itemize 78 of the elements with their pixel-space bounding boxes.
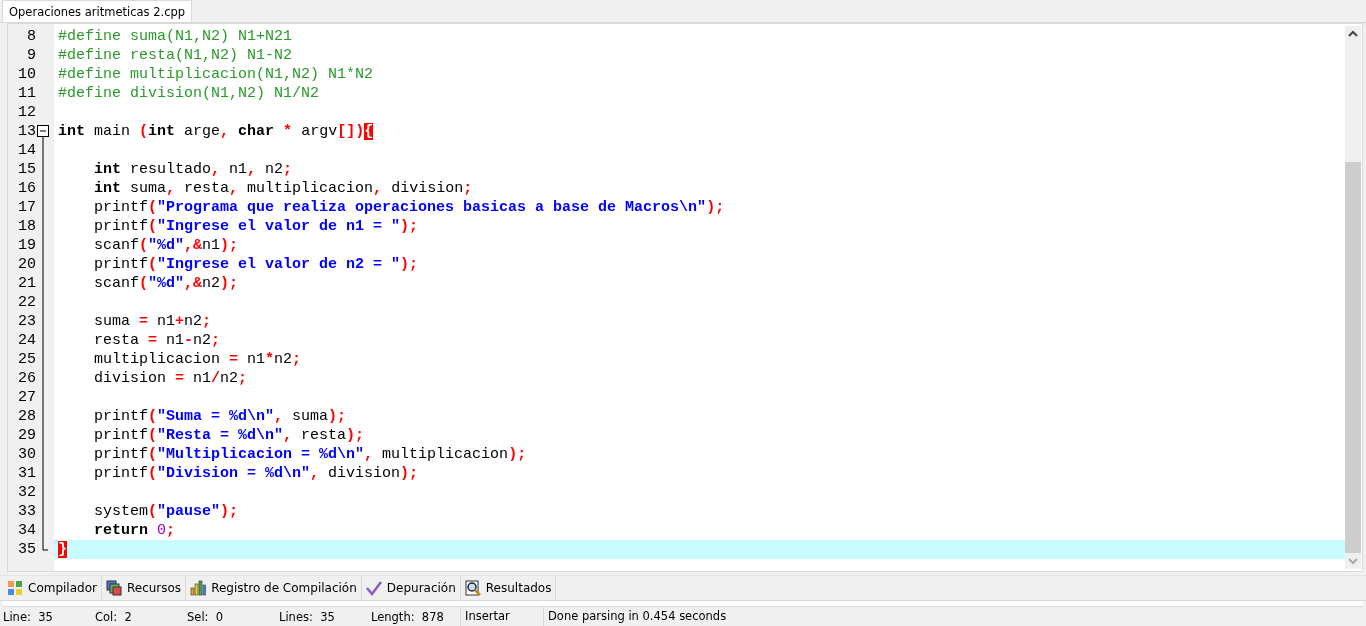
code-line: suma = n1+n2; [93, 312, 213, 331]
status-field: Lines: 35 [276, 609, 368, 624]
code-line: printf("Ingrese el valor de n1 = "); [93, 217, 420, 236]
fold-end-line [42, 540, 48, 551]
code-line: printf("Ingrese el valor de n2 = "); [93, 255, 420, 274]
code-editor[interactable] [7, 23, 1363, 572]
line-number: 27 [17, 388, 36, 407]
panel-tab[interactable]: Resultados [460, 576, 557, 600]
status-field: Length: 878 [368, 609, 460, 624]
status-field: Col: 2 [92, 609, 184, 624]
panel-tab-label: Depuración [386, 581, 456, 595]
line-number: 30 [17, 445, 36, 464]
panel-tab[interactable]: Recursos [101, 576, 187, 600]
status-message: Done parsing in 0.454 seconds [543, 607, 727, 626]
status-field: Sel: 0 [184, 609, 276, 624]
file-tab[interactable]: Operaciones aritmeticas 2.cpp [2, 0, 193, 22]
code-line: printf("Division = %d\n", division); [93, 464, 420, 483]
panel-tab-label: Compilador [28, 581, 97, 595]
bar-chart-icon [190, 580, 207, 596]
code-line: int resultado, n1, n2; [93, 160, 294, 179]
code-line: multiplicacion = n1*n2; [93, 350, 303, 369]
code-line: resta = n1-n2; [93, 331, 222, 350]
line-number: 31 [17, 464, 36, 483]
grid-icon [7, 580, 23, 596]
magnifier-document-icon [464, 580, 481, 596]
checkmark-icon [365, 580, 382, 596]
line-number: 23 [17, 312, 36, 331]
line-number: 32 [17, 483, 36, 502]
fold-collapse-icon[interactable] [37, 125, 49, 141]
status-field: Line: 35 [0, 609, 92, 624]
code-line: printf("Suma = %d\n", suma); [93, 407, 348, 426]
code-line: #define multiplicacion(N1,N2) N1*N2 [57, 65, 375, 84]
line-number: 22 [17, 293, 36, 312]
line-number: 33 [17, 502, 36, 521]
line-number: 15 [17, 160, 36, 179]
panel-tab[interactable]: Registro de Compilación [186, 576, 362, 600]
code-line: system("pause"); [93, 502, 240, 521]
code-line: #define division(N1,N2) N1/N2 [57, 84, 321, 103]
line-number: 34 [17, 521, 36, 540]
code-line: int main (int arge, char * argv[]){ [57, 122, 375, 141]
code-line: scanf("%d",&n1); [93, 236, 240, 255]
scrollbar-thumb[interactable] [1345, 162, 1361, 553]
code-line: int suma, resta, multiplicacion, division; [93, 179, 474, 198]
code-line: scanf("%d",&n2); [93, 274, 240, 293]
line-number: 8 [26, 27, 36, 46]
code-line: printf("Programa que realiza operaciones basicas a base de Macros\n"); [93, 198, 726, 217]
line-number: 14 [17, 141, 36, 160]
line-number: 18 [17, 217, 36, 236]
code-line: division = n1/n2; [93, 369, 249, 388]
line-number: 12 [17, 103, 36, 122]
stacked-windows-icon [105, 580, 122, 596]
line-number: 17 [17, 198, 36, 217]
line-number: 13 [17, 122, 36, 141]
line-number: 25 [17, 350, 36, 369]
line-number: 29 [17, 426, 36, 445]
code-line: #define suma(N1,N2) N1+N21 [57, 27, 294, 46]
line-number: 16 [17, 179, 36, 198]
code-line: #define resta(N1,N2) N1-N2 [57, 46, 294, 65]
panel-tab-label: Registro de Compilación [211, 581, 357, 595]
vertical-scrollbar[interactable] [1345, 26, 1361, 569]
line-number: 28 [17, 407, 36, 426]
code-line: printf("Resta = %d\n", resta); [93, 426, 366, 445]
line-number: 21 [17, 274, 36, 293]
code-line: return 0; [93, 521, 177, 540]
line-number: 20 [17, 255, 36, 274]
line-number: 11 [17, 84, 36, 103]
line-number: 9 [26, 46, 36, 65]
line-number: 26 [17, 369, 36, 388]
panel-tab-label: Resultados [485, 581, 552, 595]
edit-mode-status: Insertar [460, 607, 543, 626]
panel-tab[interactable]: Compilador [3, 576, 102, 600]
line-number: 35 [17, 540, 36, 559]
panel-tab-label: Recursos [126, 581, 182, 595]
line-number: 24 [17, 331, 36, 350]
panel-tab[interactable]: Depuración [361, 576, 461, 600]
line-number: 19 [17, 236, 36, 255]
line-number: 10 [17, 65, 36, 84]
code-line: printf("Multiplicacion = %d\n", multiplicacion); [93, 445, 528, 464]
